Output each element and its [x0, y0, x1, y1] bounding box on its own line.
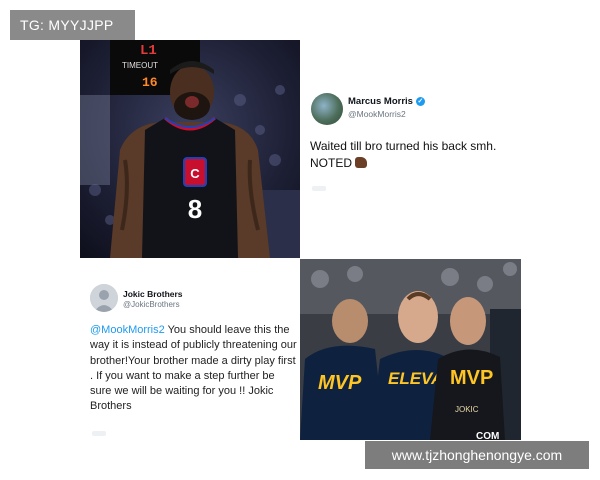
tweet-author-handle[interactable]: @MookMorris2 — [348, 109, 406, 119]
mention-link[interactable]: @MookMorris2 — [90, 324, 165, 336]
website-watermark: www.tjzhonghenongye.com — [365, 441, 589, 469]
tweet-author-handle[interactable]: @JokicBrothers — [123, 300, 180, 309]
writing-hand-emoji-icon — [355, 157, 367, 168]
verified-badge-icon: ✓ — [415, 97, 425, 106]
tweet-body: Waited till bro turned his back smh. NOT… — [310, 139, 497, 170]
scoreboard-mid-text: TIMEOUT — [122, 61, 158, 70]
scoreboard-num-text: 16 — [142, 75, 158, 90]
shirt-middle-text: ELEVA — [388, 369, 443, 388]
tweet-body: You should leave this the way it is inst… — [90, 324, 297, 413]
scoreboard-top-text: L1 — [140, 43, 157, 59]
nuggets-players-photo: MVP ELEVA MVP JOKIC COM — [300, 259, 521, 440]
author-name-text: Marcus Morris — [348, 96, 413, 107]
tweet-card-marcus: Marcus Morris ✓ @MookMorris2 Waited till … — [300, 40, 521, 258]
tweet-author-name[interactable]: Marcus Morris ✓ — [348, 96, 425, 107]
tweet-text: Waited till bro turned his back smh. NOT… — [310, 138, 515, 172]
tweet-text: @MookMorris2 You should leave this the w… — [90, 323, 298, 415]
avatar[interactable] — [311, 93, 343, 125]
jersey-number: 8 — [188, 194, 202, 224]
default-avatar-icon — [90, 284, 118, 312]
tweet-card-jokic-brothers: Jokic Brothers @JokicBrothers @MookMorri… — [80, 259, 300, 440]
tweet-author-name[interactable]: Jokic Brothers — [123, 289, 183, 299]
channel-tag: TG: MYYJJPP — [10, 10, 135, 40]
player-photo: L1 TIMEOUT 16 C 8 — [80, 40, 300, 258]
shirt-right-sub-text: JOKIC — [455, 405, 479, 414]
svg-text:C: C — [190, 166, 200, 181]
shirt-right-text: MVP — [450, 367, 493, 389]
tweet-footer-placeholder — [312, 186, 326, 191]
tweet-footer-placeholder — [92, 431, 106, 436]
corner-text: COM — [476, 431, 499, 440]
shirt-left-text: MVP — [318, 372, 362, 394]
avatar[interactable] — [90, 284, 118, 312]
